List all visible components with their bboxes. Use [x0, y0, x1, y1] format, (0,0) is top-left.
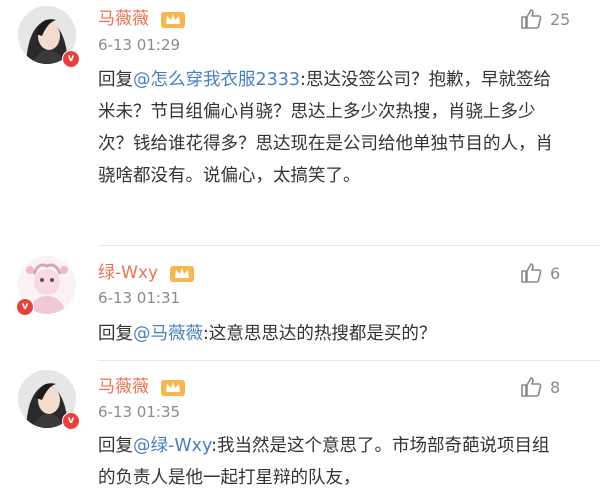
verified-v-icon: v	[62, 50, 80, 68]
thumbs-up-icon	[521, 377, 542, 397]
verified-v-icon: v	[62, 412, 80, 430]
divider	[98, 245, 600, 246]
comment-text: 回复@绿-Wxy:我当然是这个意思了。市场部奇葩说项目组的负责人是他一起打星辩的…	[98, 436, 550, 488]
comment-text: 回复@马薇薇:这意思思达的热搜都是买的？	[98, 324, 437, 344]
crown-badge-icon	[161, 12, 186, 28]
crown-badge-icon	[161, 380, 186, 396]
like-button[interactable]: 6	[520, 262, 560, 284]
divider	[98, 360, 600, 361]
mention-link[interactable]: @怎么穿我衣服2333	[133, 70, 300, 90]
like-count: 25	[550, 9, 571, 29]
crown-badge-icon	[170, 266, 195, 282]
mention-link[interactable]: @马薇薇	[133, 324, 203, 344]
thumbs-up-icon	[521, 263, 542, 283]
comment-text: 回复@怎么穿我衣服2333:思达没签公司？抱歉，早就签给米未？节目组偏心肖骁？思…	[98, 70, 553, 186]
like-count: 6	[550, 263, 561, 283]
comment-author[interactable]: 马薇薇	[98, 4, 186, 29]
comment-timestamp: 6-13 01:31	[98, 289, 181, 307]
comment-author[interactable]: 绿-Wxy	[98, 258, 195, 283]
comment-timestamp: 6-13 01:35	[98, 403, 181, 421]
thumbs-up-icon	[521, 9, 542, 29]
verified-v-icon: v	[16, 298, 34, 316]
like-count: 8	[550, 377, 561, 397]
like-button[interactable]: 25	[520, 8, 570, 30]
mention-link[interactable]: @绿-Wxy	[133, 436, 211, 456]
comment-author[interactable]: 马薇薇	[98, 372, 186, 397]
comment-timestamp: 6-13 01:29	[98, 36, 181, 54]
like-button[interactable]: 8	[520, 376, 560, 398]
